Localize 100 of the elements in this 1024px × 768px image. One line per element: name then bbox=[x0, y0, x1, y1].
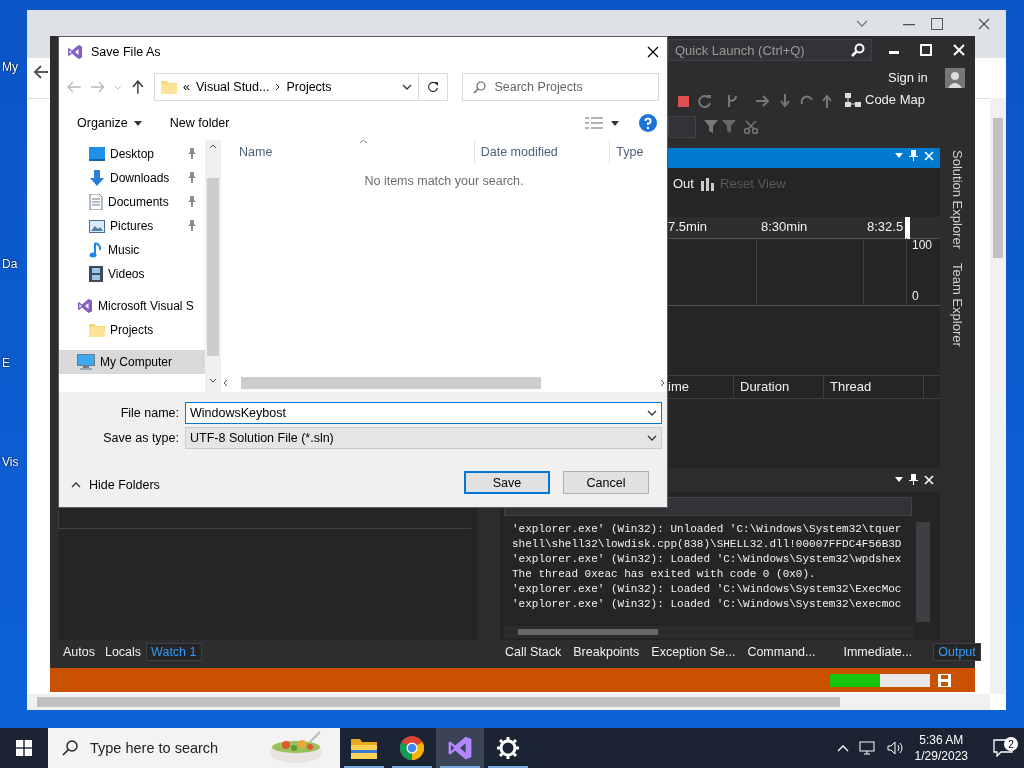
output-line: 'explorer.exe' (Win32): Unloaded 'C:\Windows\System32\tquer bbox=[512, 522, 903, 537]
column-header[interactable]: Type bbox=[610, 140, 667, 164]
dialog-button[interactable]: Save bbox=[464, 471, 550, 494]
breadcrumb-item[interactable]: Projects bbox=[286, 80, 332, 94]
network-icon[interactable] bbox=[858, 741, 877, 755]
notification-icon[interactable] bbox=[993, 739, 1013, 757]
nav-item[interactable]: Downloads bbox=[59, 166, 205, 190]
close-icon[interactable] bbox=[647, 46, 659, 58]
scrollbar[interactable] bbox=[504, 626, 914, 638]
chevron-down-icon[interactable] bbox=[856, 20, 868, 28]
new-folder-button[interactable]: New folder bbox=[169, 116, 230, 130]
search-field[interactable]: Search Projects bbox=[462, 73, 659, 101]
time-tick-label: 8:30min bbox=[761, 219, 808, 234]
scrollbar[interactable] bbox=[27, 694, 990, 710]
nav-item[interactable]: Projects bbox=[59, 318, 205, 342]
nav-item[interactable]: My Computer bbox=[59, 350, 205, 374]
breadcrumb-item[interactable]: « bbox=[183, 80, 190, 94]
nav-item[interactable]: Videos bbox=[59, 262, 205, 286]
column-header[interactable]: Thread bbox=[824, 376, 924, 398]
file-name-field[interactable]: WindowsKeybost bbox=[185, 402, 662, 424]
code-map-button[interactable]: Code Map bbox=[845, 92, 925, 107]
desktop-icon-label[interactable]: My bbox=[2, 60, 18, 74]
desktop-icon-label[interactable]: Vis bbox=[2, 455, 19, 469]
scrollbar[interactable] bbox=[916, 522, 930, 622]
arrow-up-icon[interactable] bbox=[822, 94, 832, 108]
column-header[interactable]: Name bbox=[221, 140, 475, 164]
panel-tab[interactable]: Breakpoints bbox=[568, 643, 645, 661]
refresh-icon bbox=[427, 81, 440, 93]
help-icon[interactable] bbox=[639, 114, 657, 132]
close-icon[interactable] bbox=[951, 42, 967, 58]
arrow-right-icon[interactable] bbox=[756, 95, 770, 107]
time-tick-label: 7.5min bbox=[668, 219, 708, 234]
desktop-icon-label[interactable]: Da bbox=[2, 257, 18, 271]
toolbar-field[interactable] bbox=[668, 116, 696, 138]
clock-date[interactable]: 1/29/2023 bbox=[914, 748, 968, 764]
caret-icon bbox=[895, 477, 903, 482]
pin-icon[interactable] bbox=[909, 474, 918, 485]
chevron-down-icon[interactable] bbox=[209, 378, 217, 383]
column-header[interactable]: Duration bbox=[734, 376, 824, 398]
toolbar-button[interactable]: Out bbox=[673, 172, 694, 194]
quick-launch-field[interactable]: Quick Launch (Ctrl+Q) bbox=[668, 39, 872, 61]
hide-folders-button[interactable]: Hide Folders bbox=[71, 478, 160, 492]
desktop-icon-label[interactable]: E bbox=[2, 356, 10, 370]
nav-item[interactable]: Music bbox=[59, 238, 205, 262]
nav-item[interactable]: Microsoft Visual S bbox=[59, 294, 205, 318]
nav-item[interactable]: Desktop bbox=[59, 142, 205, 166]
field-label: Save as type: bbox=[102, 431, 179, 445]
vs-logo-icon bbox=[77, 298, 93, 314]
output-line: 'explorer.exe' (Win32): Loaded 'C:\Windows\System32\wpdshex bbox=[512, 552, 903, 567]
panel-tab[interactable]: Output bbox=[933, 643, 981, 661]
panel-tab[interactable]: Locals bbox=[99, 643, 147, 661]
desktop-icon bbox=[89, 147, 105, 161]
scissors-icon[interactable] bbox=[744, 120, 758, 134]
chevron-right-icon[interactable] bbox=[660, 379, 665, 387]
time-marker[interactable] bbox=[905, 217, 910, 239]
taskbar-search-field[interactable]: Type here to search bbox=[48, 728, 340, 768]
scrollbar[interactable] bbox=[205, 140, 221, 392]
refresh-button[interactable] bbox=[419, 73, 449, 101]
arrow-down-icon[interactable] bbox=[780, 94, 790, 108]
scale-label: 100 bbox=[912, 238, 933, 252]
maximize-icon[interactable] bbox=[918, 42, 934, 58]
filter-icon[interactable] bbox=[704, 120, 718, 134]
panel-tab[interactable]: Exception Se... bbox=[646, 643, 741, 661]
branch-icon[interactable] bbox=[726, 94, 740, 108]
filter-icon[interactable] bbox=[722, 120, 736, 134]
organize-menu[interactable]: Organize bbox=[77, 116, 142, 130]
chevron-up-icon[interactable] bbox=[209, 144, 217, 149]
panel-tab[interactable]: Immediate... bbox=[838, 643, 918, 661]
scrollbar[interactable] bbox=[990, 98, 1006, 694]
address-bar[interactable]: « Visual Stud... Projects bbox=[154, 73, 420, 101]
dialog-title: Save File As bbox=[91, 45, 161, 59]
restart-icon[interactable] bbox=[698, 94, 712, 108]
panel-tab[interactable]: Command... bbox=[742, 643, 821, 661]
nav-item[interactable]: Pictures bbox=[59, 214, 205, 238]
film-icon bbox=[89, 266, 103, 282]
folder-icon bbox=[161, 79, 178, 95]
diagram-icon bbox=[845, 92, 861, 107]
panel-tab[interactable]: Autos bbox=[58, 643, 100, 661]
panel-tab[interactable]: Call Stack bbox=[500, 643, 567, 661]
nav-item[interactable]: Documents bbox=[59, 190, 205, 214]
up-arrow-icon[interactable] bbox=[132, 80, 145, 94]
chevron-left-icon[interactable] bbox=[223, 379, 228, 387]
volume-icon[interactable] bbox=[886, 741, 905, 755]
back-arrow-icon[interactable] bbox=[33, 64, 49, 80]
save-icon[interactable] bbox=[938, 674, 951, 687]
empty-message: No items match your search. bbox=[364, 174, 524, 188]
panel-tab[interactable]: Watch 1 bbox=[146, 643, 202, 661]
file-type-dropdown[interactable]: UTF-8 Solution File (*.sln) bbox=[185, 427, 662, 449]
scrollbar[interactable] bbox=[223, 376, 665, 390]
avatar-icon[interactable] bbox=[945, 68, 965, 88]
folder-icon bbox=[351, 737, 377, 759]
clock-time[interactable]: 5:36 AM bbox=[919, 732, 964, 748]
side-tab[interactable]: Team Explorer bbox=[945, 261, 969, 349]
chevron-down-icon bbox=[647, 435, 657, 441]
vs-logo-icon bbox=[67, 44, 83, 60]
breadcrumb-item[interactable]: Visual Stud... bbox=[196, 80, 270, 94]
dialog-button[interactable]: Cancel bbox=[563, 471, 649, 494]
side-tab[interactable]: Solution Explorer bbox=[945, 148, 969, 251]
column-header[interactable]: Date modified bbox=[474, 140, 611, 164]
sign-in-link[interactable]: Sign in bbox=[888, 70, 928, 85]
